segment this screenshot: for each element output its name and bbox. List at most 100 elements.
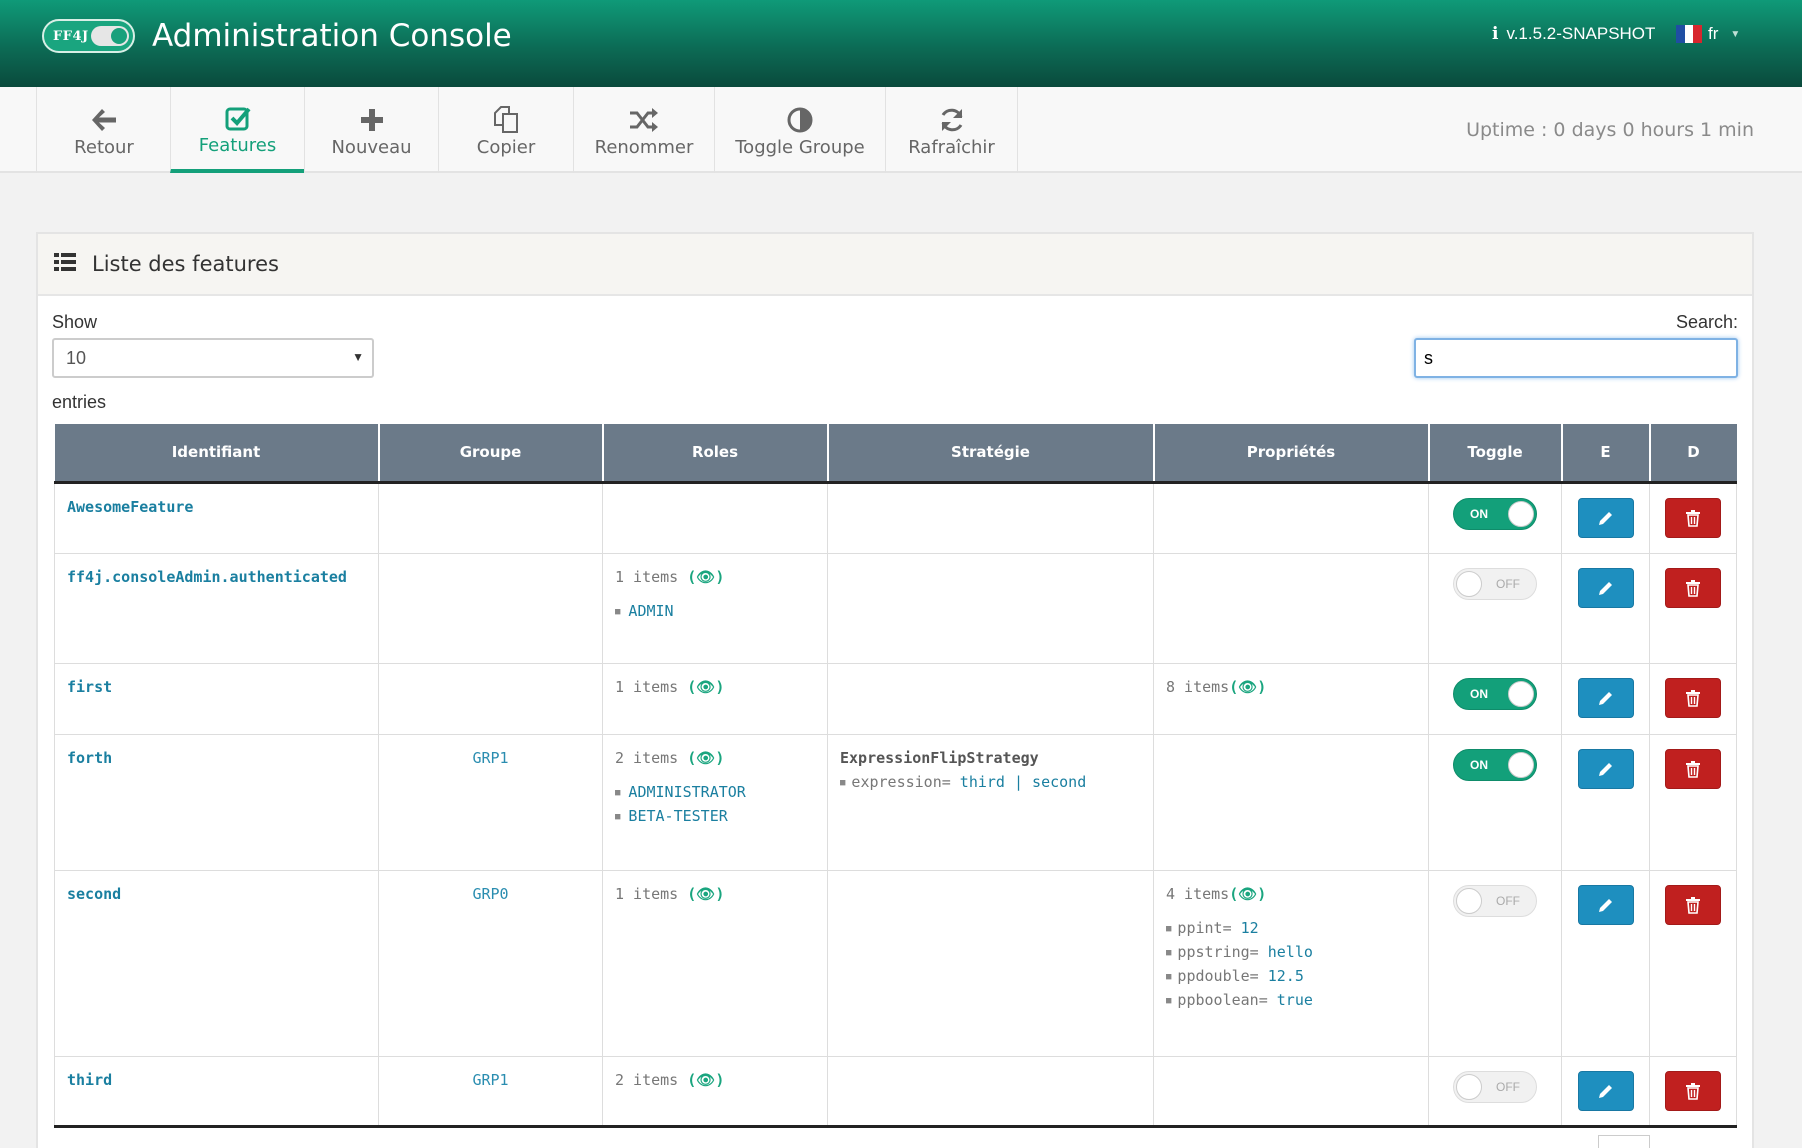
eye-slash-icon[interactable]: (👁) xyxy=(1229,885,1266,903)
table-row: second GRP0 1 items (👁) 4 items(👁) ppint… xyxy=(54,869,1737,1057)
feature-id-link[interactable]: AwesomeFeature xyxy=(67,498,193,516)
eye-slash-icon[interactable]: (👁) xyxy=(687,749,724,767)
delete-button[interactable] xyxy=(1665,567,1721,608)
group-label: GRP1 xyxy=(472,1070,509,1089)
table-row: forth GRP1 2 items (👁) ADMINISTRATOR BET… xyxy=(54,733,1737,871)
delete-button[interactable] xyxy=(1665,884,1721,925)
edit-button[interactable] xyxy=(1577,567,1634,608)
delete-button[interactable] xyxy=(1665,497,1721,538)
eye-icon[interactable]: (👁) xyxy=(687,885,724,903)
col-header-toggle[interactable]: Toggle xyxy=(1428,424,1563,484)
feature-id-link[interactable]: second xyxy=(67,885,121,903)
property-item: ppdouble= 12.5 xyxy=(1166,967,1416,985)
col-header-edit[interactable]: E xyxy=(1561,424,1651,484)
col-header-identifiant[interactable]: Identifiant xyxy=(54,424,380,484)
col-header-proprietes[interactable]: Propriétés xyxy=(1153,424,1430,484)
refresh-label: Rafraîchir xyxy=(908,136,995,158)
feature-id-link[interactable]: forth xyxy=(67,749,112,767)
roles-count: 2 items xyxy=(615,1070,679,1089)
info-icon: i xyxy=(1492,24,1499,44)
rename-button[interactable]: Renommer xyxy=(573,87,714,173)
role-item: ADMIN xyxy=(615,602,815,620)
edit-button[interactable] xyxy=(1577,497,1634,538)
features-label: Features xyxy=(198,134,277,156)
toggle-group-button[interactable]: Toggle Groupe xyxy=(714,87,885,173)
logo-text: FF4J xyxy=(53,28,89,44)
trash-icon xyxy=(1686,896,1700,914)
col-header-roles[interactable]: Roles xyxy=(602,424,829,484)
pencil-icon xyxy=(1598,1084,1612,1098)
edit-button[interactable] xyxy=(1577,884,1634,925)
toggle-state-label: ON xyxy=(1470,506,1488,521)
logo-switch-icon xyxy=(91,26,129,46)
rename-label: Renommer xyxy=(594,136,694,158)
search-label: Search: xyxy=(1675,312,1738,332)
feature-toggle-switch[interactable]: ON xyxy=(1453,677,1537,710)
props-count: 4 items xyxy=(1166,884,1230,903)
delete-button[interactable] xyxy=(1665,677,1721,718)
feature-id-link[interactable]: first xyxy=(67,678,112,696)
group-label: GRP1 xyxy=(472,748,509,767)
delete-button[interactable] xyxy=(1665,1070,1721,1111)
shuffle-icon xyxy=(628,103,660,137)
feature-id-link[interactable]: third xyxy=(67,1071,112,1089)
props-count: 8 items xyxy=(1166,677,1230,696)
feature-toggle-switch[interactable]: OFF xyxy=(1453,1070,1537,1103)
tab-features[interactable]: Features xyxy=(170,87,304,173)
trash-icon xyxy=(1686,1082,1700,1100)
new-button[interactable]: Nouveau xyxy=(304,87,438,173)
show-label: Show xyxy=(52,312,98,332)
feature-toggle-switch[interactable]: ON xyxy=(1453,497,1537,530)
panel-header: Liste des features xyxy=(38,234,1752,296)
eye-slash-icon[interactable]: (👁) xyxy=(687,568,724,586)
feature-toggle-switch[interactable]: OFF xyxy=(1453,567,1537,600)
pagination-button[interactable] xyxy=(1598,1135,1650,1148)
panel-title: Liste des features xyxy=(92,252,279,276)
feature-id-link[interactable]: ff4j.consoleAdmin.authenticated xyxy=(67,568,347,586)
eye-icon[interactable]: (👁) xyxy=(1229,678,1266,696)
edit-button[interactable] xyxy=(1577,1070,1634,1111)
pencil-icon xyxy=(1598,511,1612,525)
language-label: fr xyxy=(1708,24,1719,43)
eye-icon[interactable]: (👁) xyxy=(687,678,724,696)
table-row: ff4j.consoleAdmin.authenticated 1 items … xyxy=(54,552,1737,664)
edit-button[interactable] xyxy=(1577,748,1634,789)
ff4j-logo[interactable]: FF4J xyxy=(42,19,135,53)
edit-button[interactable] xyxy=(1577,677,1634,718)
col-header-groupe[interactable]: Groupe xyxy=(378,424,604,484)
roles-count: 1 items xyxy=(615,567,679,586)
eye-icon[interactable]: (👁) xyxy=(687,1071,724,1089)
toggle-state-label: ON xyxy=(1470,757,1488,772)
roles-count: 1 items xyxy=(615,677,679,696)
feature-toggle-switch[interactable]: OFF xyxy=(1453,884,1537,917)
strategy-name: ExpressionFlipStrategy xyxy=(840,748,1039,767)
french-flag-icon xyxy=(1676,25,1703,43)
language-selector[interactable]: fr ▼ xyxy=(1676,24,1740,44)
col-header-delete[interactable]: D xyxy=(1649,424,1737,484)
pencil-icon xyxy=(1598,762,1612,776)
uptime-text: Uptime : 0 days 0 hours 1 min xyxy=(1466,119,1754,141)
property-item: ppint= 12 xyxy=(1166,919,1416,937)
strategy-param-key: expression= xyxy=(851,772,951,791)
entries-label: entries xyxy=(52,392,107,412)
property-item: ppboolean= true xyxy=(1166,991,1416,1009)
search-input[interactable] xyxy=(1414,338,1738,378)
refresh-icon xyxy=(938,103,966,137)
page-size-select[interactable]: 10 ▼ xyxy=(52,338,374,378)
trash-icon xyxy=(1686,760,1700,778)
delete-button[interactable] xyxy=(1665,748,1721,789)
col-header-strategie[interactable]: Stratégie xyxy=(827,424,1155,484)
table-row: AwesomeFeature ON xyxy=(54,481,1737,554)
pencil-icon xyxy=(1598,691,1612,705)
app-title: Administration Console xyxy=(152,18,512,54)
toggle-state-label: OFF xyxy=(1496,1079,1520,1094)
copy-button[interactable]: Copier xyxy=(438,87,573,173)
trash-icon xyxy=(1686,689,1700,707)
property-item: ppstring= hello xyxy=(1166,943,1416,961)
roles-count: 1 items xyxy=(615,884,679,903)
table-row: first 1 items (👁) 8 items(👁) ON xyxy=(54,662,1737,735)
toggle-state-label: OFF xyxy=(1496,893,1520,908)
back-button[interactable]: Retour xyxy=(36,87,171,173)
feature-toggle-switch[interactable]: ON xyxy=(1453,748,1537,781)
refresh-button[interactable]: Rafraîchir xyxy=(885,87,1018,173)
